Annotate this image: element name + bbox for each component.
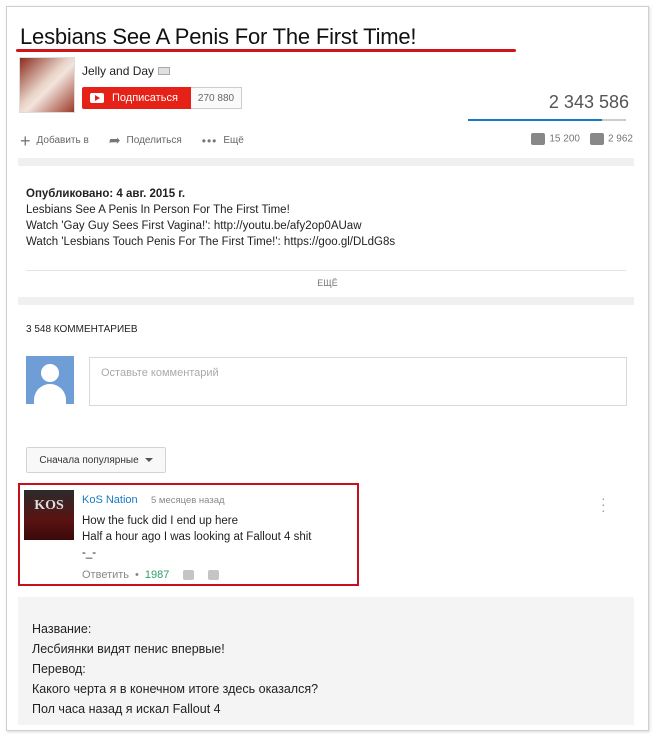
comments-count: 3 548 КОММЕНТАРИЕВ xyxy=(26,324,138,335)
avatar-body-shape xyxy=(34,384,66,404)
comment-line: Half a hour ago I was looking at Fallout… xyxy=(82,531,312,543)
dislike-button[interactable]: 2 962 xyxy=(589,133,633,145)
translation-caption: Название: Лесбиянки видят пенис впервые!… xyxy=(18,597,634,725)
description-line: Watch 'Lesbians Touch Penis For The Firs… xyxy=(26,236,396,248)
caption-line: Название: xyxy=(32,622,92,636)
commenter-avatar[interactable]: KOS xyxy=(24,490,74,540)
youtube-play-icon xyxy=(90,93,104,103)
title-underline xyxy=(16,49,516,52)
publish-date: Опубликовано: 4 авг. 2015 г. xyxy=(26,188,186,200)
share-arrow-icon: ➦ xyxy=(108,132,121,148)
comment-line: How the fuck did I end up here xyxy=(82,515,238,527)
comment-input[interactable]: Оставьте комментарий xyxy=(89,357,627,406)
dislike-count: 2 962 xyxy=(607,133,633,145)
caption-line: Лесбиянки видят пенис впервые! xyxy=(32,642,225,656)
sort-label: Сначала популярные xyxy=(39,454,139,466)
caption-line: Пол часа назад я искал Fallout 4 xyxy=(32,702,221,716)
channel-avatar[interactable] xyxy=(19,57,75,113)
dot-separator: • xyxy=(135,569,139,581)
comment-like-count: 1987 xyxy=(144,569,170,581)
avatar-head-shape xyxy=(41,364,59,382)
divider xyxy=(26,270,626,271)
comment-line: -_- xyxy=(82,547,97,559)
reply-button[interactable]: Ответить xyxy=(82,569,129,581)
comment-like-icon[interactable] xyxy=(183,570,195,580)
share-button[interactable]: ➦ Поделиться xyxy=(109,132,182,149)
subscribe-label: Подписаться xyxy=(112,92,178,104)
caption-line: Перевод: xyxy=(32,662,86,676)
video-actions: + Добавить в ➦ Поделиться ••• Ещё xyxy=(20,130,244,151)
rating-controls: 15 200 2 962 xyxy=(531,133,633,145)
comment-dislike-icon[interactable] xyxy=(208,570,220,580)
channel-name[interactable]: Jelly and Day xyxy=(82,64,171,78)
comment-author[interactable]: KoS Nation xyxy=(82,494,138,506)
comment-time[interactable]: 5 месяцев назад xyxy=(151,495,225,506)
video-description: Опубликовано: 4 авг. 2015 г. Lesbians Se… xyxy=(26,186,395,250)
section-divider xyxy=(18,297,634,305)
add-to-label: Добавить в xyxy=(36,135,89,146)
share-label: Поделиться xyxy=(126,135,182,146)
thumbs-down-icon xyxy=(589,133,604,145)
verified-icon xyxy=(158,67,171,75)
description-line: Watch 'Gay Guy Sees First Vagina!': http… xyxy=(26,220,362,232)
sort-comments-dropdown[interactable]: Сначала популярные xyxy=(26,447,166,473)
description-line: Lesbians See A Penis In Person For The F… xyxy=(26,204,290,216)
like-count: 15 200 xyxy=(549,133,580,145)
comment-text: How the fuck did I end up here Half a ho… xyxy=(82,513,312,561)
video-title: Lesbians See A Penis For The First Time! xyxy=(20,24,417,49)
comment-actions: Ответить • 1987 xyxy=(82,569,220,581)
chevron-down-icon xyxy=(144,458,153,462)
subscribe-button[interactable]: Подписаться xyxy=(82,87,191,109)
comment-menu-icon[interactable]: · · · xyxy=(601,491,606,517)
user-avatar xyxy=(26,356,74,404)
more-actions-button[interactable]: ••• Ещё xyxy=(202,134,244,148)
plus-icon: + xyxy=(20,130,31,151)
likes-ratio-bar xyxy=(468,119,626,121)
more-dots-icon: ••• xyxy=(201,133,218,148)
view-count: 2 343 586 xyxy=(548,92,629,112)
show-more-button[interactable]: ЕЩЁ xyxy=(0,278,655,288)
caption-line: Какого черта я в конечном итоге здесь ок… xyxy=(32,682,319,696)
section-divider xyxy=(18,158,634,166)
like-button[interactable]: 15 200 xyxy=(531,133,580,145)
more-actions-label: Ещё xyxy=(223,135,244,146)
likes-ratio-fill xyxy=(468,119,603,121)
subscriber-count: 270 880 xyxy=(191,87,242,109)
channel-name-text[interactable]: Jelly and Day xyxy=(82,64,154,78)
add-to-button[interactable]: + Добавить в xyxy=(20,130,89,151)
thumbs-up-icon xyxy=(531,133,546,145)
